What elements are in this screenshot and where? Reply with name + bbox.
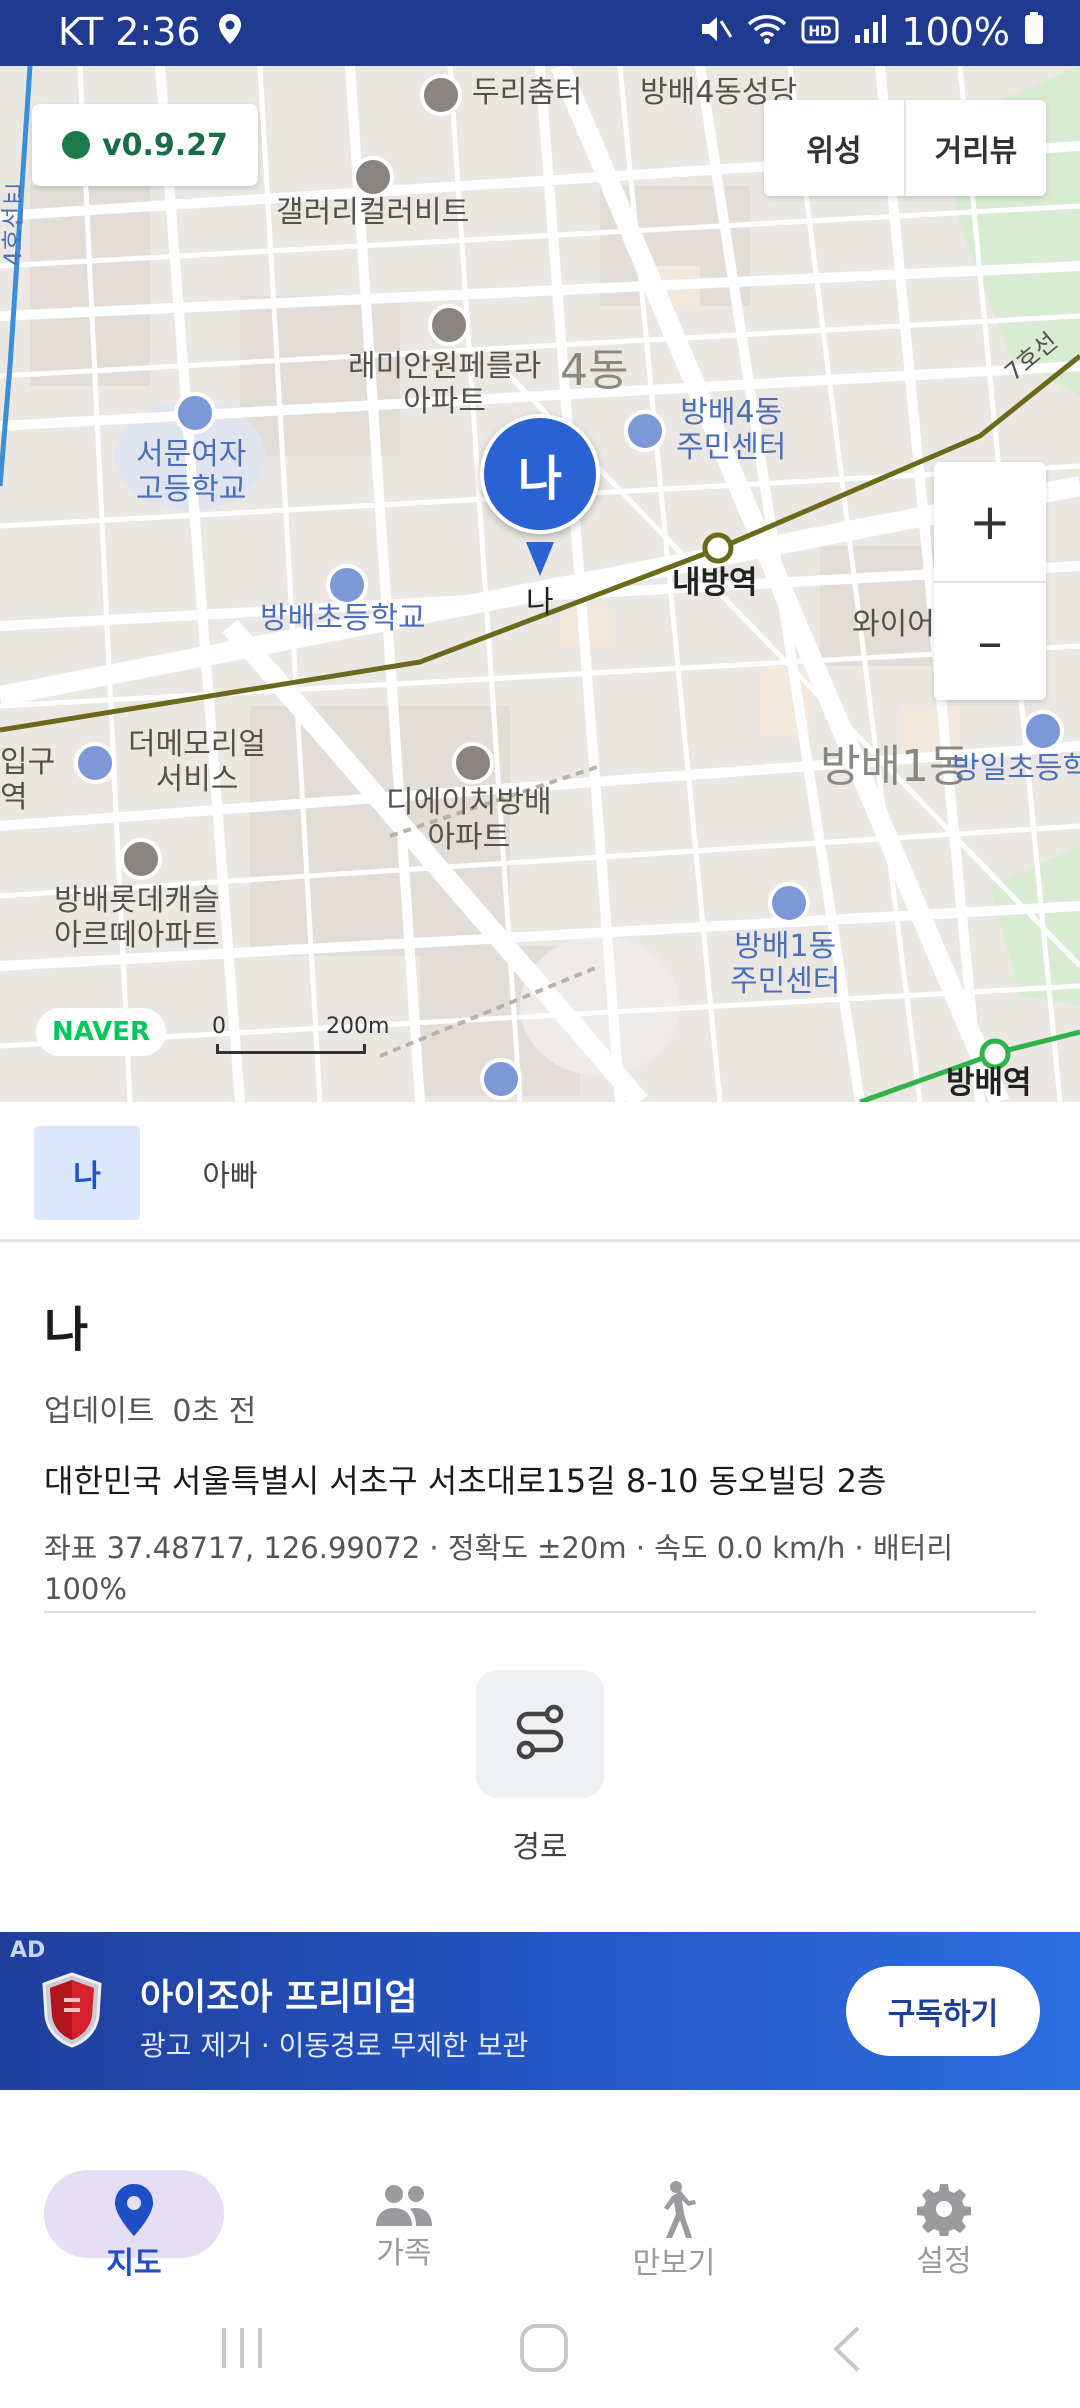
zoom-out-button[interactable]: –: [934, 581, 1046, 700]
naver-logo: NAVER: [36, 1008, 166, 1056]
poi-bangil-icon: [1022, 710, 1064, 752]
status-dot-icon: [62, 131, 91, 159]
location-icon: [217, 10, 243, 54]
marker-pointer-icon: [526, 542, 554, 576]
svg-text:HD: HD: [809, 24, 832, 40]
route-button[interactable]: [476, 1670, 604, 1798]
coords-text: 좌표 37.48717, 126.99072 · 정확도 ±20m · 속도 0…: [44, 1531, 954, 1607]
system-nav-bar: [0, 2288, 1080, 2408]
map-label-line4: 4호선: [0, 206, 27, 266]
subscribe-button[interactable]: 구독하기: [846, 1966, 1040, 2056]
battery-percent: 100%: [901, 10, 1010, 54]
map-label-naebang-station[interactable]: 내방역: [672, 565, 758, 602]
nav-label-family: 가족: [376, 2236, 432, 2271]
map-view[interactable]: 두리춤터 방배4동성당 갤러리컬러비트 4호선 교 래미안원페를라 아파트 4동…: [0, 66, 1080, 1102]
poi-raemian-icon: [428, 304, 470, 346]
battery-icon: [1024, 10, 1044, 54]
update-time: 0초 전: [172, 1394, 257, 1429]
map-label-bangbae1dong: 방배1동: [820, 741, 970, 792]
map-label-memorial: 더메모리얼 서비스: [128, 727, 266, 797]
map-label-durichumteo: 두리춤터: [472, 75, 583, 110]
map-label-dong4: 4동: [560, 345, 629, 396]
map-label-wine: 와이어: [852, 607, 935, 642]
map-pin-icon: [112, 2182, 156, 2238]
map-label-bangbae4-center: 방배4동 주민센터: [676, 395, 787, 465]
map-label-seomun: 서문여자 고등학교: [136, 437, 247, 507]
hd-icon: HD: [801, 10, 839, 54]
map-label-gallery: 갤러리컬러비트: [276, 195, 470, 230]
map-label-line4-short: 교: [2, 181, 25, 209]
tab-me[interactable]: 나: [34, 1126, 140, 1220]
status-bar: KT 2:36 HD 100%: [0, 0, 1080, 66]
nav-label-pedometer: 만보기: [632, 2246, 716, 2281]
nav-item-map[interactable]: 지도: [44, 2130, 224, 2281]
map-label-bangil: 방일초등학: [952, 751, 1080, 786]
map-label-bangbae1-center: 방배1동 주민센터: [730, 929, 841, 999]
street-view-button[interactable]: 거리뷰: [904, 100, 1046, 196]
carrier-time: KT 2:36: [58, 10, 201, 54]
ad-subtitle: 광고 제거 · 이동경로 무제한 보관: [140, 2029, 529, 2062]
mute-icon: [699, 10, 733, 54]
my-location-marker[interactable]: 나: [480, 414, 600, 534]
map-label-bangbae-elem: 방배초등학교: [260, 601, 426, 636]
people-icon: [374, 2182, 434, 2228]
map-label-dh-apt: 디에이치방배 아파트: [386, 785, 552, 855]
member-detail: 나 업데이트 0초 전 대한민국 서울특별시 서초구 서초대로15길 8-10 …: [44, 1290, 1036, 1610]
map-label-bangbae-station[interactable]: 방배역: [946, 1065, 1032, 1102]
shield-icon: [40, 1972, 104, 2052]
tab-dad[interactable]: 아빠: [190, 1126, 270, 1220]
walking-icon: [652, 2181, 696, 2238]
marker-caption: 나: [526, 585, 554, 620]
map-label-lotte: 방배롯데캐슬 아르떼아파트: [54, 883, 220, 953]
nav-label-map: 지도: [106, 2246, 162, 2281]
map-label-ipgu: 입구 역: [0, 745, 56, 815]
poi-lotte-icon: [120, 838, 162, 880]
member-name: 나: [44, 1302, 89, 1358]
scale-zero: 0: [212, 1014, 226, 1039]
nav-item-family[interactable]: 가족: [314, 2130, 494, 2271]
poi-school-icon: [174, 392, 216, 434]
home-icon[interactable]: [518, 2322, 570, 2378]
ad-title: 아이조아 프리미엄: [140, 1977, 418, 2018]
poi-bangbae-elem-icon: [326, 564, 368, 606]
nav-label-settings: 설정: [916, 2244, 972, 2279]
poi-memorial-icon: [74, 742, 116, 784]
wifi-icon: [747, 10, 787, 54]
poi-bottom-icon: [480, 1058, 522, 1100]
nav-item-settings[interactable]: 설정: [854, 2130, 1034, 2279]
poi-durichumteo-icon: [420, 74, 462, 116]
version-text: v0.9.27: [102, 127, 228, 163]
map-view-toggle: 위성 거리뷰: [764, 100, 1046, 196]
poi-bangbae1-center-icon: [768, 882, 810, 924]
route-label: 경로: [512, 1830, 568, 1865]
member-tabs: 나 아빠: [0, 1102, 1080, 1242]
update-label: 업데이트: [44, 1394, 155, 1429]
gear-icon: [917, 2182, 971, 2236]
route-icon: [510, 1702, 570, 1766]
signal-icon: [853, 10, 887, 54]
satellite-button[interactable]: 위성: [764, 100, 904, 196]
zoom-in-button[interactable]: +: [934, 462, 1046, 581]
bottom-nav: 지도 가족 만보기 설정: [0, 2090, 1080, 2288]
map-label-raemian: 래미안원페를라 아파트: [348, 349, 542, 419]
ad-tag: AD: [10, 1938, 46, 1963]
address-text: 대한민국 서울특별시 서초구 서초대로15길 8-10 동오빌딩 2층: [44, 1462, 887, 1500]
recent-apps-icon[interactable]: [218, 2324, 268, 2376]
back-icon[interactable]: [828, 2324, 864, 2378]
nav-item-pedometer[interactable]: 만보기: [584, 2130, 764, 2281]
ad-banner[interactable]: AD 아이조아 프리미엄 광고 제거 · 이동경로 무제한 보관 구독하기: [0, 1932, 1080, 2090]
scale-bar: [216, 1044, 366, 1054]
version-badge: v0.9.27: [32, 104, 258, 186]
scale-distance: 200m: [326, 1014, 390, 1039]
poi-center-icon: [624, 410, 666, 452]
poi-dh-apt-icon: [452, 742, 494, 784]
divider: [44, 1611, 1036, 1613]
poi-gallery-icon: [352, 156, 394, 198]
zoom-controls: + –: [934, 462, 1046, 700]
update-row: 업데이트 0초 전: [44, 1386, 1036, 1430]
